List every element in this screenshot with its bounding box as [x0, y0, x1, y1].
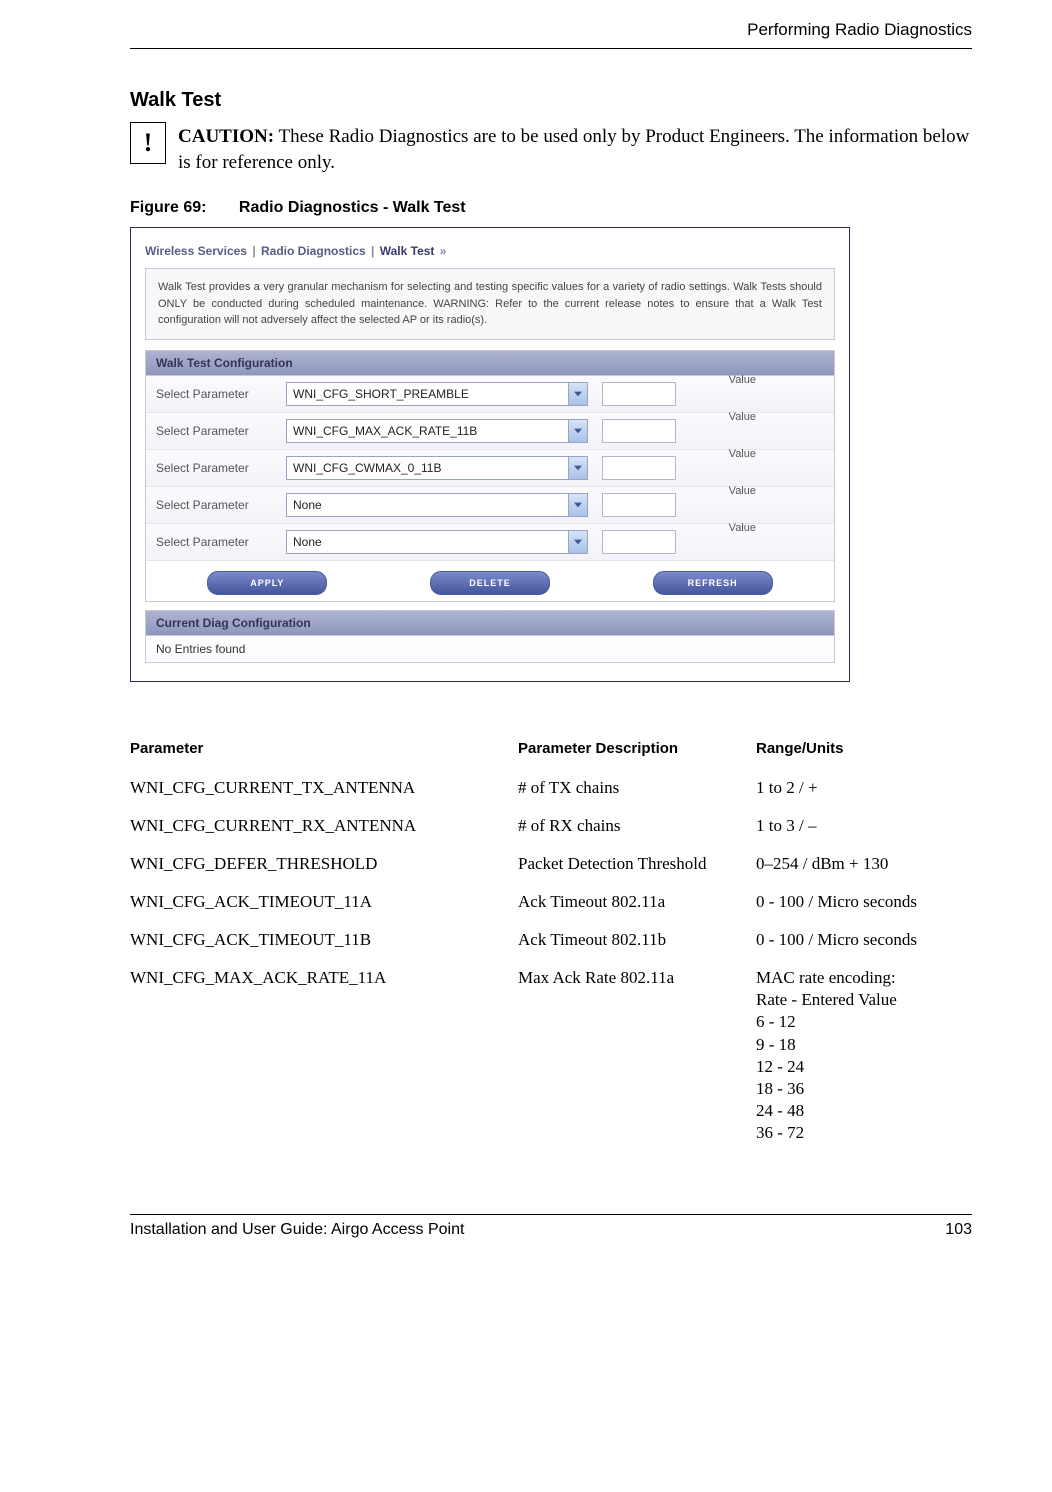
value-input[interactable] — [602, 530, 676, 554]
footer: Installation and User Guide: Airgo Acces… — [130, 1221, 972, 1239]
chevron-down-icon — [568, 420, 587, 442]
cell-parameter: WNI_CFG_ACK_TIMEOUT_11A — [130, 885, 518, 923]
cell-parameter: WNI_CFG_CURRENT_RX_ANTENNA — [130, 809, 518, 847]
delete-button[interactable]: DELETE — [430, 571, 550, 595]
value-input[interactable] — [602, 493, 676, 517]
value-label: Value — [729, 411, 756, 423]
cell-description: Ack Timeout 802.11b — [518, 923, 756, 961]
param-label: Select Parameter — [156, 461, 286, 475]
breadcrumb-separator: | — [250, 244, 257, 258]
apply-button[interactable]: APPLY — [207, 571, 327, 595]
caution-body: These Radio Diagnostics are to be used o… — [178, 126, 969, 173]
chevron-down-icon — [568, 531, 587, 553]
cell-parameter: WNI_CFG_CURRENT_TX_ANTENNA — [130, 771, 518, 809]
col-header-description: Parameter Description — [518, 734, 756, 771]
param-row: Select Parameter None Value — [146, 524, 834, 561]
breadcrumb-part-1[interactable]: Wireless Services — [145, 244, 247, 258]
chevron-down-icon — [568, 457, 587, 479]
cell-range: 0 - 100 / Micro seconds — [756, 923, 972, 961]
param-select-value: WNI_CFG_MAX_ACK_RATE_11B — [287, 424, 568, 438]
caution-text: CAUTION: These Radio Diagnostics are to … — [178, 122, 972, 175]
current-diag-header: Current Diag Configuration — [146, 611, 834, 636]
param-select-value: WNI_CFG_CWMAX_0_11B — [287, 461, 568, 475]
cell-description: Max Ack Rate 802.11a — [518, 961, 756, 1154]
cell-range: 1 to 3 / – — [756, 809, 972, 847]
param-select[interactable]: WNI_CFG_CWMAX_0_11B — [286, 456, 588, 480]
param-row: Select Parameter WNI_CFG_SHORT_PREAMBLE … — [146, 376, 834, 413]
current-diag-panel: Current Diag Configuration No Entries fo… — [145, 610, 835, 663]
breadcrumb-trail-icon: » — [438, 244, 449, 258]
caution-label: CAUTION: — [178, 126, 274, 147]
info-panel: Walk Test provides a very granular mecha… — [145, 268, 835, 340]
footer-rule — [130, 1214, 972, 1215]
caution-icon: ! — [130, 122, 166, 164]
param-select-value: WNI_CFG_SHORT_PREAMBLE — [287, 387, 568, 401]
param-label: Select Parameter — [156, 535, 286, 549]
value-input[interactable] — [602, 456, 676, 480]
parameter-table-wrap: Parameter Parameter Description Range/Un… — [130, 734, 972, 1154]
figure-caption: Figure 69: Radio Diagnostics - Walk Test — [130, 199, 972, 217]
footer-left: Installation and User Guide: Airgo Acces… — [130, 1221, 464, 1239]
header-rule — [130, 48, 972, 49]
running-head-text: Performing Radio Diagnostics — [747, 20, 972, 40]
cell-range: MAC rate encoding: Rate - Entered Value … — [756, 961, 972, 1154]
screenshot-figure: Wireless Services | Radio Diagnostics | … — [130, 227, 850, 682]
walk-test-config-header: Walk Test Configuration — [146, 351, 834, 376]
walk-test-config-panel: Walk Test Configuration Select Parameter… — [145, 350, 835, 602]
figure-number: Figure 69: — [130, 199, 206, 216]
page-number: 103 — [945, 1221, 972, 1239]
param-row: Select Parameter WNI_CFG_MAX_ACK_RATE_11… — [146, 413, 834, 450]
table-row: WNI_CFG_CURRENT_RX_ANTENNA # of RX chain… — [130, 809, 972, 847]
param-row: Select Parameter None Value — [146, 487, 834, 524]
cell-description: # of TX chains — [518, 771, 756, 809]
cell-range: 1 to 2 / + — [756, 771, 972, 809]
cell-parameter: WNI_CFG_MAX_ACK_RATE_11A — [130, 961, 518, 1154]
param-select[interactable]: None — [286, 493, 588, 517]
table-row: WNI_CFG_CURRENT_TX_ANTENNA # of TX chain… — [130, 771, 972, 809]
table-row: WNI_CFG_MAX_ACK_RATE_11A Max Ack Rate 80… — [130, 961, 972, 1154]
value-label: Value — [729, 485, 756, 497]
param-select-value: None — [287, 535, 568, 549]
value-label: Value — [729, 374, 756, 386]
chevron-down-icon — [568, 494, 587, 516]
running-head: Performing Radio Diagnostics — [130, 20, 972, 40]
cell-description: Packet Detection Threshold — [518, 847, 756, 885]
col-header-range: Range/Units — [756, 734, 972, 771]
param-label: Select Parameter — [156, 424, 286, 438]
figure-title: Radio Diagnostics - Walk Test — [239, 199, 466, 216]
breadcrumb: Wireless Services | Radio Diagnostics | … — [131, 242, 849, 268]
chevron-down-icon — [568, 383, 587, 405]
table-row: WNI_CFG_ACK_TIMEOUT_11B Ack Timeout 802.… — [130, 923, 972, 961]
cell-parameter: WNI_CFG_DEFER_THRESHOLD — [130, 847, 518, 885]
table-row: WNI_CFG_ACK_TIMEOUT_11A Ack Timeout 802.… — [130, 885, 972, 923]
cell-parameter: WNI_CFG_ACK_TIMEOUT_11B — [130, 923, 518, 961]
cell-description: # of RX chains — [518, 809, 756, 847]
param-select[interactable]: WNI_CFG_SHORT_PREAMBLE — [286, 382, 588, 406]
section-title: Walk Test — [130, 89, 972, 112]
value-input[interactable] — [602, 382, 676, 406]
breadcrumb-separator: | — [369, 244, 376, 258]
cell-range: 0–254 / dBm + 130 — [756, 847, 972, 885]
param-label: Select Parameter — [156, 498, 286, 512]
param-select[interactable]: WNI_CFG_MAX_ACK_RATE_11B — [286, 419, 588, 443]
param-select-value: None — [287, 498, 568, 512]
button-row: APPLY DELETE REFRESH — [146, 561, 834, 601]
param-label: Select Parameter — [156, 387, 286, 401]
refresh-button[interactable]: REFRESH — [653, 571, 773, 595]
param-select[interactable]: None — [286, 530, 588, 554]
value-label: Value — [729, 448, 756, 460]
value-input[interactable] — [602, 419, 676, 443]
parameter-table: Parameter Parameter Description Range/Un… — [130, 734, 972, 1154]
breadcrumb-part-2[interactable]: Radio Diagnostics — [261, 244, 366, 258]
param-row: Select Parameter WNI_CFG_CWMAX_0_11B Val… — [146, 450, 834, 487]
diag-status: No Entries found — [146, 636, 834, 662]
value-label: Value — [729, 522, 756, 534]
cell-description: Ack Timeout 802.11a — [518, 885, 756, 923]
caution-block: ! CAUTION: These Radio Diagnostics are t… — [130, 122, 972, 175]
cell-range: 0 - 100 / Micro seconds — [756, 885, 972, 923]
col-header-parameter: Parameter — [130, 734, 518, 771]
table-row: WNI_CFG_DEFER_THRESHOLD Packet Detection… — [130, 847, 972, 885]
breadcrumb-part-3: Walk Test — [380, 244, 435, 258]
